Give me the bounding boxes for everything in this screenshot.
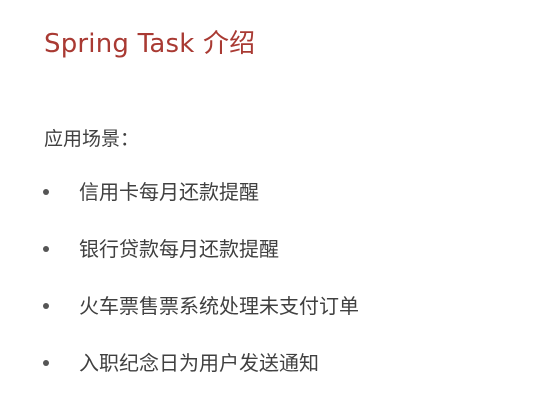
bullet-text: 银行贷款每月还款提醒 bbox=[79, 237, 279, 261]
bullet-text: 入职纪念日为用户发送通知 bbox=[79, 351, 319, 375]
bullet-dot-icon bbox=[43, 303, 49, 309]
slide-title: Spring Task 介绍 bbox=[44, 29, 256, 59]
bullet-dot-icon bbox=[43, 189, 49, 195]
bullet-dot-icon bbox=[43, 360, 49, 366]
bullet-dot-icon bbox=[43, 246, 49, 252]
bullet-item-2: 银行贷款每月还款提醒 bbox=[40, 233, 540, 290]
bullet-list: 信用卡每月还款提醒 银行贷款每月还款提醒 火车票售票系统处理未支付订单 入职纪念… bbox=[40, 176, 540, 404]
bullet-item-1: 信用卡每月还款提醒 bbox=[40, 176, 540, 233]
slide: Spring Task 介绍 应用场景： 信用卡每月还款提醒 银行贷款每月还款提… bbox=[0, 0, 548, 414]
section-heading: 应用场景： bbox=[44, 128, 140, 150]
bullet-item-3: 火车票售票系统处理未支付订单 bbox=[40, 290, 540, 347]
bullet-text: 火车票售票系统处理未支付订单 bbox=[79, 294, 359, 318]
bullet-item-4: 入职纪念日为用户发送通知 bbox=[40, 347, 540, 404]
bullet-text: 信用卡每月还款提醒 bbox=[79, 180, 259, 204]
